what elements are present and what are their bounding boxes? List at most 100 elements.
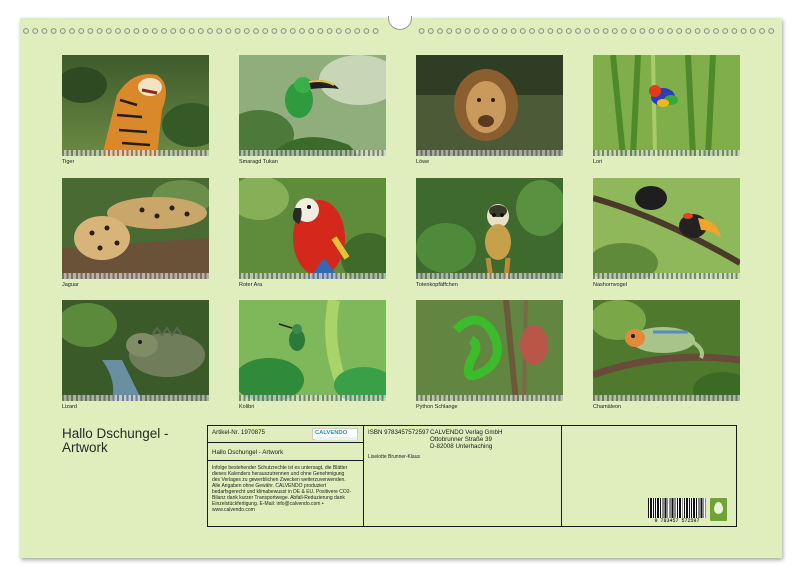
- month-caption: Python Schlange: [416, 404, 458, 410]
- month-nashornvogel: Nashornvogel: [593, 178, 740, 289]
- binding-hole: [667, 28, 673, 34]
- binding-hole: [234, 28, 241, 34]
- binding-hole: [115, 28, 121, 34]
- binding-hole: [740, 28, 747, 34]
- hornbill-photo: [593, 178, 740, 279]
- publisher-street: Ottobrunner Straße 39: [430, 436, 492, 443]
- binding-hole: [492, 28, 499, 34]
- imprint-column-product: Artikel-Nr. 1970875 CALVENDO Hallo Dschu…: [208, 426, 364, 526]
- binding-hole: [23, 28, 29, 34]
- binding-hole: [41, 28, 48, 34]
- title-line-2: Artwork: [62, 440, 108, 455]
- binding-hole: [197, 28, 204, 34]
- binding-hole: [464, 28, 471, 34]
- barcode: 9 783457 572597: [648, 498, 706, 524]
- binding-hole: [50, 28, 57, 34]
- binding-hole: [731, 28, 738, 34]
- binding-hole: [427, 28, 434, 34]
- binding-hole: [170, 28, 177, 34]
- binding-hole: [271, 28, 278, 34]
- binding-hole: [59, 28, 66, 34]
- binding-hole: [262, 28, 269, 34]
- binding-hole: [529, 28, 535, 34]
- product-title: Hallo Dschungel - Artwork: [212, 449, 284, 456]
- month-kolibri: Kolibri: [239, 300, 386, 411]
- month-loewe: Löwe: [416, 55, 563, 166]
- binding-hole: [584, 28, 591, 34]
- binding-hole: [621, 28, 627, 34]
- binding-hole: [611, 28, 618, 34]
- binding-hole: [372, 28, 379, 34]
- binding-hole: [133, 28, 140, 34]
- binding-hole: [216, 28, 223, 34]
- binding-hole: [483, 28, 489, 34]
- month-python-schlange: Python Schlange: [416, 300, 563, 411]
- month-caption: Löwe: [416, 159, 430, 165]
- binding-hole: [207, 28, 213, 34]
- month-tiger: Tiger: [62, 55, 209, 166]
- month-caption: Totenkopfäffchen: [416, 282, 458, 288]
- binding-hole: [188, 28, 195, 34]
- calvendo-logo: CALVENDO: [312, 428, 358, 440]
- binding-hole: [602, 28, 609, 34]
- binding-hole: [87, 28, 94, 34]
- binding-hole: [69, 28, 75, 34]
- month-caption: Chamäleon: [593, 404, 622, 410]
- binding-hole: [78, 28, 85, 34]
- binding-hole: [538, 28, 545, 34]
- month-caption: Lizard: [62, 404, 77, 410]
- author-name: Liselotte Brunner-Klaus: [368, 454, 420, 460]
- binding-hole: [243, 28, 250, 34]
- iguana-photo: [62, 300, 209, 401]
- binding-hole: [768, 28, 775, 34]
- binding-hole: [345, 28, 351, 34]
- binding-hole: [657, 28, 664, 34]
- isbn: ISBN 9783457572597: [368, 429, 429, 436]
- hummingbird-photo: [239, 300, 386, 401]
- month-caption: Lori: [593, 159, 603, 165]
- lorikeet-photo: [593, 55, 740, 156]
- binding-hole: [593, 28, 600, 34]
- month-chamaeleon: Chamäleon: [593, 300, 740, 411]
- month-jaguar: Jaguar: [62, 178, 209, 289]
- calendar-page: Tiger Smaragd Tukan Löwe Lori Jaguar Rot…: [20, 16, 782, 558]
- month-smaragd-tukan: Smaragd Tukan: [239, 55, 386, 166]
- python-photo: [416, 300, 563, 401]
- binding-hole: [510, 28, 517, 34]
- binding-hole: [124, 28, 131, 34]
- barcode-number: 9 783457 572597: [654, 518, 700, 524]
- month-roter-ara: Roter Ara: [239, 178, 386, 289]
- binding-hole: [280, 28, 287, 34]
- chameleon-photo: [593, 300, 740, 401]
- tiger-photo: [62, 55, 209, 156]
- jaguar-photo: [62, 178, 209, 279]
- binding-hole: [648, 28, 655, 34]
- binding-hole: [326, 28, 333, 34]
- binding-hole: [363, 28, 370, 34]
- imprint-box: Artikel-Nr. 1970875 CALVENDO Hallo Dschu…: [207, 425, 737, 527]
- imprint-column-publisher: ISBN 9783457572597 CALVENDO Verlag GmbH …: [364, 426, 562, 526]
- publisher-city: D-82008 Unterhaching: [430, 443, 493, 450]
- binding-hole: [299, 28, 305, 34]
- binding-hole: [639, 28, 646, 34]
- binding-hole: [418, 28, 425, 34]
- binding-hole: [446, 28, 453, 34]
- binding-hole: [354, 28, 361, 34]
- month-caption: Tiger: [62, 159, 75, 165]
- binding-hole: [630, 28, 637, 34]
- binding-hole: [565, 28, 572, 34]
- binding-hole: [32, 28, 39, 34]
- calendar-title: Hallo Dschungel - Artwork: [62, 427, 169, 455]
- squirrel-monkey-photo: [416, 178, 563, 279]
- legal-text: Infolge bestehender Schutzrechte ist es …: [212, 465, 352, 513]
- month-caption: Jaguar: [62, 282, 79, 288]
- binding-hole: [694, 28, 701, 34]
- month-lori: Lori: [593, 55, 740, 166]
- month-caption: Smaragd Tukan: [239, 159, 278, 165]
- binding-hole: [308, 28, 315, 34]
- binding-hole: [759, 28, 765, 34]
- month-caption: Nashornvogel: [593, 282, 627, 288]
- binding-hole: [96, 28, 103, 34]
- binding-hole: [556, 28, 563, 34]
- binding-hole: [105, 28, 112, 34]
